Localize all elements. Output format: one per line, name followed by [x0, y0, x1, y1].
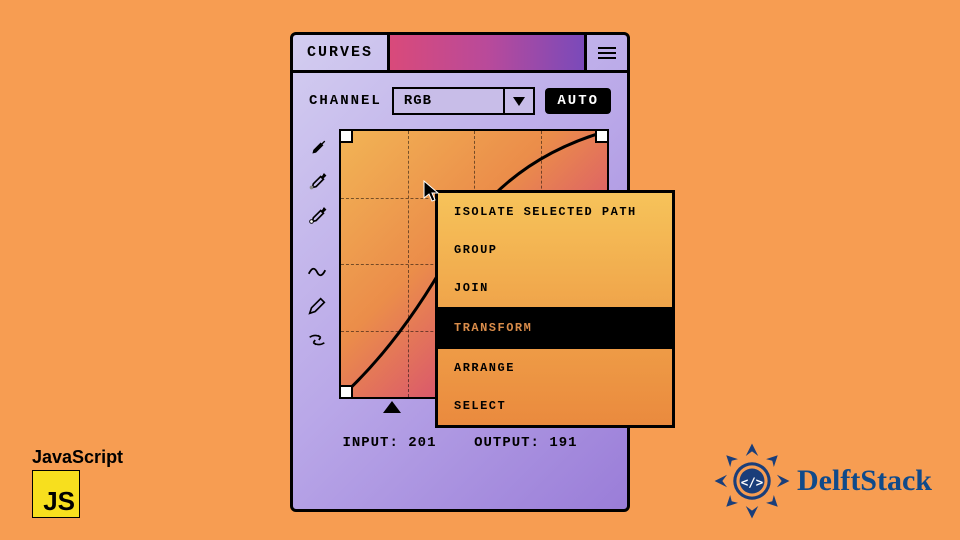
- eyedropper-black-tool[interactable]: [304, 135, 330, 161]
- eyedropper-icon: [306, 205, 328, 227]
- slider-handle-left[interactable]: [383, 401, 401, 413]
- swap-icon: [306, 329, 328, 351]
- brand-badge: </> DelftStack: [713, 442, 932, 520]
- input-value: 201: [408, 435, 436, 451]
- wave-icon: [306, 261, 328, 283]
- brand-name: DelftStack: [797, 464, 932, 498]
- ctx-isolate-path[interactable]: ISOLATE SELECTED PATH: [438, 193, 672, 231]
- panel-header: CURVES: [293, 35, 627, 73]
- auto-button[interactable]: AUTO: [545, 88, 611, 114]
- pencil-icon: [306, 295, 328, 317]
- panel-menu-button[interactable]: [587, 35, 627, 70]
- context-menu: ISOLATE SELECTED PATH GROUP JOIN TRANSFO…: [435, 190, 675, 428]
- header-gradient: [390, 35, 587, 70]
- curve-handle-top-right[interactable]: [595, 129, 609, 143]
- input-label: INPUT:: [342, 435, 398, 451]
- chevron-down-icon: [513, 97, 525, 106]
- ctx-group[interactable]: GROUP: [438, 231, 672, 269]
- eyedropper-icon: [306, 171, 328, 193]
- channel-label: CHANNEL: [309, 93, 382, 109]
- channel-dropdown-arrow[interactable]: [503, 89, 533, 113]
- tool-column: [303, 129, 331, 421]
- eyedropper-gray-tool[interactable]: [304, 169, 330, 195]
- channel-row: CHANNEL RGB AUTO: [293, 73, 627, 125]
- js-label: JavaScript: [32, 447, 123, 468]
- ctx-join[interactable]: JOIN: [438, 269, 672, 307]
- channel-value: RGB: [394, 89, 504, 113]
- curve-smooth-tool[interactable]: [304, 259, 330, 285]
- eyedropper-white-tool[interactable]: [304, 203, 330, 229]
- svg-text:</>: </>: [741, 474, 764, 489]
- ctx-arrange[interactable]: ARRANGE: [438, 347, 672, 387]
- eyedropper-icon: [306, 137, 328, 159]
- javascript-badge: JavaScript JS: [32, 447, 123, 518]
- curve-handle-bottom-left[interactable]: [339, 385, 353, 399]
- js-logo-icon: JS: [32, 470, 80, 518]
- curve-handle-top-left[interactable]: [339, 129, 353, 143]
- channel-select[interactable]: RGB: [392, 87, 536, 115]
- ctx-select[interactable]: SELECT: [438, 387, 672, 425]
- pencil-tool[interactable]: [304, 293, 330, 319]
- swap-arrows-tool[interactable]: [304, 327, 330, 353]
- hamburger-icon: [598, 47, 616, 59]
- output-value: 191: [549, 435, 577, 451]
- ctx-transform[interactable]: TRANSFORM: [438, 307, 672, 347]
- output-label: OUTPUT:: [474, 435, 540, 451]
- brand-logo-icon: </>: [713, 442, 791, 520]
- panel-title: CURVES: [293, 35, 390, 70]
